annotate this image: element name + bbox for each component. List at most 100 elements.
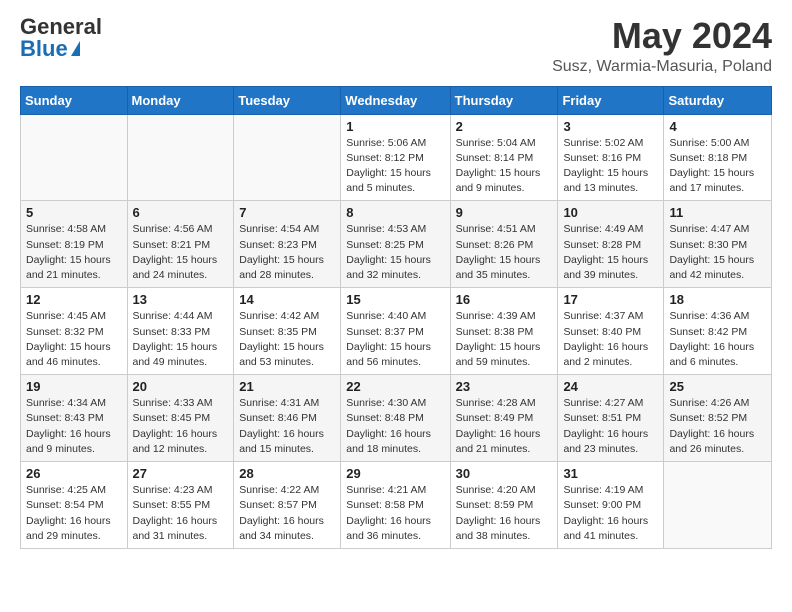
calendar-cell: 21 Sunrise: 4:31 AM Sunset: 8:46 PM Dayli… <box>234 375 341 462</box>
day-number: 20 <box>133 379 229 394</box>
calendar-cell: 31 Sunrise: 4:19 AM Sunset: 9:00 PM Dayli… <box>558 462 664 549</box>
day-number: 11 <box>669 205 766 220</box>
col-header-wednesday: Wednesday <box>341 86 450 114</box>
calendar-cell <box>664 462 772 549</box>
day-number: 30 <box>456 466 553 481</box>
day-number: 7 <box>239 205 335 220</box>
calendar-cell: 16 Sunrise: 4:39 AM Sunset: 8:38 PM Dayli… <box>450 288 558 375</box>
day-info: Sunrise: 4:45 AM Sunset: 8:32 PM Dayligh… <box>26 309 122 370</box>
day-info: Sunrise: 4:47 AM Sunset: 8:30 PM Dayligh… <box>669 222 766 283</box>
page-header: General Blue May 2024 Susz, Warmia-Masur… <box>20 16 772 76</box>
day-number: 24 <box>563 379 658 394</box>
day-info: Sunrise: 4:23 AM Sunset: 8:55 PM Dayligh… <box>133 483 229 544</box>
day-info: Sunrise: 4:26 AM Sunset: 8:52 PM Dayligh… <box>669 396 766 457</box>
calendar-cell: 26 Sunrise: 4:25 AM Sunset: 8:54 PM Dayli… <box>21 462 128 549</box>
calendar-cell: 7 Sunrise: 4:54 AM Sunset: 8:23 PM Daylig… <box>234 201 341 288</box>
col-header-friday: Friday <box>558 86 664 114</box>
day-number: 22 <box>346 379 444 394</box>
calendar-cell: 22 Sunrise: 4:30 AM Sunset: 8:48 PM Dayli… <box>341 375 450 462</box>
calendar-cell: 13Sunrise: 4:44 AM Sunset: 8:33 PM Dayli… <box>127 288 234 375</box>
calendar-cell: 5Sunrise: 4:58 AM Sunset: 8:19 PM Daylig… <box>21 201 128 288</box>
day-info: Sunrise: 4:53 AM Sunset: 8:25 PM Dayligh… <box>346 222 444 283</box>
day-info: Sunrise: 4:36 AM Sunset: 8:42 PM Dayligh… <box>669 309 766 370</box>
col-header-tuesday: Tuesday <box>234 86 341 114</box>
day-number: 9 <box>456 205 553 220</box>
logo: General Blue <box>20 16 102 60</box>
day-info: Sunrise: 4:20 AM Sunset: 8:59 PM Dayligh… <box>456 483 553 544</box>
day-number: 29 <box>346 466 444 481</box>
day-number: 16 <box>456 292 553 307</box>
day-info: Sunrise: 4:40 AM Sunset: 8:37 PM Dayligh… <box>346 309 444 370</box>
day-info: Sunrise: 5:00 AM Sunset: 8:18 PM Dayligh… <box>669 136 766 197</box>
day-info: Sunrise: 4:27 AM Sunset: 8:51 PM Dayligh… <box>563 396 658 457</box>
day-info: Sunrise: 4:21 AM Sunset: 8:58 PM Dayligh… <box>346 483 444 544</box>
day-info: Sunrise: 4:31 AM Sunset: 8:46 PM Dayligh… <box>239 396 335 457</box>
calendar-week-row: 19 Sunrise: 4:34 AM Sunset: 8:43 PM Dayli… <box>21 375 772 462</box>
logo-general: General <box>20 16 102 38</box>
col-header-thursday: Thursday <box>450 86 558 114</box>
day-number: 6 <box>133 205 229 220</box>
day-info: Sunrise: 4:19 AM Sunset: 9:00 PM Dayligh… <box>563 483 658 544</box>
calendar-cell: 4Sunrise: 5:00 AM Sunset: 8:18 PM Daylig… <box>664 114 772 201</box>
calendar-cell: 3Sunrise: 5:02 AM Sunset: 8:16 PM Daylig… <box>558 114 664 201</box>
calendar-week-row: 5Sunrise: 4:58 AM Sunset: 8:19 PM Daylig… <box>21 201 772 288</box>
calendar-cell: 29 Sunrise: 4:21 AM Sunset: 8:58 PM Dayli… <box>341 462 450 549</box>
page-title: May 2024 <box>552 16 772 56</box>
calendar-cell: 15 Sunrise: 4:40 AM Sunset: 8:37 PM Dayli… <box>341 288 450 375</box>
day-info: Sunrise: 4:34 AM Sunset: 8:43 PM Dayligh… <box>26 396 122 457</box>
calendar-cell: 17 Sunrise: 4:37 AM Sunset: 8:40 PM Dayli… <box>558 288 664 375</box>
title-area: May 2024 Susz, Warmia-Masuria, Poland <box>552 16 772 76</box>
calendar-cell: 19 Sunrise: 4:34 AM Sunset: 8:43 PM Dayli… <box>21 375 128 462</box>
calendar-cell: 23Sunrise: 4:28 AM Sunset: 8:49 PM Dayli… <box>450 375 558 462</box>
day-number: 26 <box>26 466 122 481</box>
day-number: 14 <box>239 292 335 307</box>
day-number: 17 <box>563 292 658 307</box>
calendar-cell: 8 Sunrise: 4:53 AM Sunset: 8:25 PM Daylig… <box>341 201 450 288</box>
day-number: 27 <box>133 466 229 481</box>
calendar-week-row: 12 Sunrise: 4:45 AM Sunset: 8:32 PM Dayli… <box>21 288 772 375</box>
day-number: 21 <box>239 379 335 394</box>
day-number: 10 <box>563 205 658 220</box>
day-number: 15 <box>346 292 444 307</box>
calendar-cell <box>234 114 341 201</box>
day-info: Sunrise: 4:51 AM Sunset: 8:26 PM Dayligh… <box>456 222 553 283</box>
col-header-sunday: Sunday <box>21 86 128 114</box>
calendar-week-row: 1 Sunrise: 5:06 AM Sunset: 8:12 PM Daylig… <box>21 114 772 201</box>
col-header-monday: Monday <box>127 86 234 114</box>
day-info: Sunrise: 4:44 AM Sunset: 8:33 PM Dayligh… <box>133 309 229 370</box>
calendar-cell: 6Sunrise: 4:56 AM Sunset: 8:21 PM Daylig… <box>127 201 234 288</box>
day-number: 28 <box>239 466 335 481</box>
calendar-cell <box>127 114 234 201</box>
day-info: Sunrise: 4:30 AM Sunset: 8:48 PM Dayligh… <box>346 396 444 457</box>
logo-triangle-icon <box>71 41 80 56</box>
day-info: Sunrise: 4:28 AM Sunset: 8:49 PM Dayligh… <box>456 396 553 457</box>
day-number: 12 <box>26 292 122 307</box>
day-info: Sunrise: 4:37 AM Sunset: 8:40 PM Dayligh… <box>563 309 658 370</box>
day-number: 1 <box>346 119 444 134</box>
day-info: Sunrise: 4:39 AM Sunset: 8:38 PM Dayligh… <box>456 309 553 370</box>
calendar-week-row: 26 Sunrise: 4:25 AM Sunset: 8:54 PM Dayli… <box>21 462 772 549</box>
day-number: 31 <box>563 466 658 481</box>
day-number: 2 <box>456 119 553 134</box>
day-info: Sunrise: 4:25 AM Sunset: 8:54 PM Dayligh… <box>26 483 122 544</box>
day-info: Sunrise: 4:42 AM Sunset: 8:35 PM Dayligh… <box>239 309 335 370</box>
calendar-cell: 24 Sunrise: 4:27 AM Sunset: 8:51 PM Dayli… <box>558 375 664 462</box>
calendar-cell: 28 Sunrise: 4:22 AM Sunset: 8:57 PM Dayli… <box>234 462 341 549</box>
day-number: 8 <box>346 205 444 220</box>
day-info: Sunrise: 5:04 AM Sunset: 8:14 PM Dayligh… <box>456 136 553 197</box>
calendar-cell: 2 Sunrise: 5:04 AM Sunset: 8:14 PM Daylig… <box>450 114 558 201</box>
day-info: Sunrise: 4:22 AM Sunset: 8:57 PM Dayligh… <box>239 483 335 544</box>
calendar-cell: 30 Sunrise: 4:20 AM Sunset: 8:59 PM Dayli… <box>450 462 558 549</box>
calendar-cell <box>21 114 128 201</box>
day-number: 19 <box>26 379 122 394</box>
day-info: Sunrise: 4:54 AM Sunset: 8:23 PM Dayligh… <box>239 222 335 283</box>
calendar-table: SundayMondayTuesdayWednesdayThursdayFrid… <box>20 86 772 549</box>
col-header-saturday: Saturday <box>664 86 772 114</box>
calendar-cell: 14 Sunrise: 4:42 AM Sunset: 8:35 PM Dayli… <box>234 288 341 375</box>
calendar-cell: 27 Sunrise: 4:23 AM Sunset: 8:55 PM Dayli… <box>127 462 234 549</box>
calendar-cell: 20Sunrise: 4:33 AM Sunset: 8:45 PM Dayli… <box>127 375 234 462</box>
calendar-cell: 12 Sunrise: 4:45 AM Sunset: 8:32 PM Dayli… <box>21 288 128 375</box>
calendar-header-row: SundayMondayTuesdayWednesdayThursdayFrid… <box>21 86 772 114</box>
calendar-cell: 10Sunrise: 4:49 AM Sunset: 8:28 PM Dayli… <box>558 201 664 288</box>
day-info: Sunrise: 5:06 AM Sunset: 8:12 PM Dayligh… <box>346 136 444 197</box>
